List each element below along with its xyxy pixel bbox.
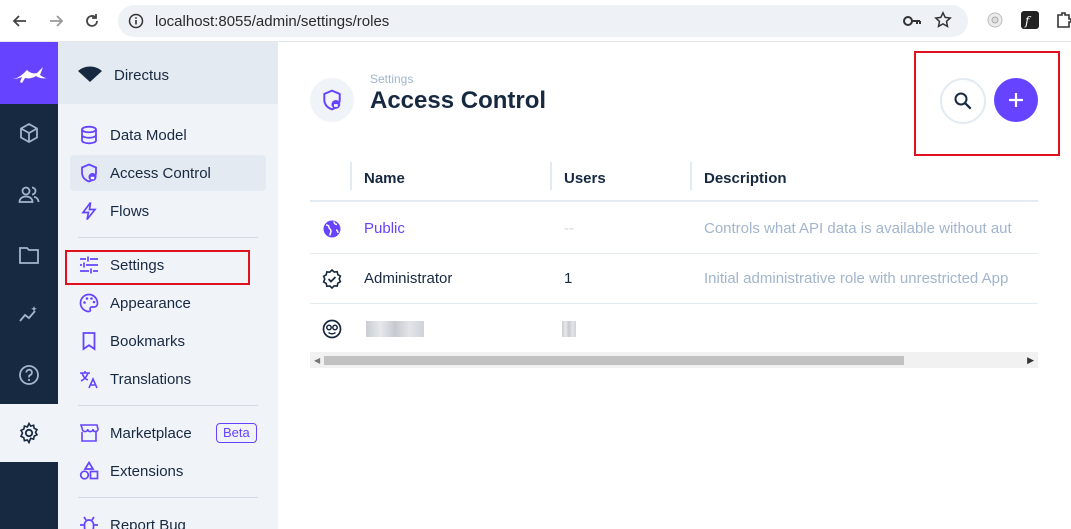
role-name: Public	[364, 220, 405, 237]
forward-arrow-icon[interactable]	[44, 9, 68, 33]
divider	[78, 405, 258, 406]
sidebar-item-label: Data Model	[110, 127, 187, 144]
settings-navigation: Directus Data Model Access Control Flows…	[58, 42, 278, 529]
shapes-icon	[79, 461, 99, 480]
table-row[interactable]	[310, 304, 1038, 354]
table-header: Name Users Description	[310, 156, 1038, 202]
database-icon	[81, 125, 97, 145]
column-header-description[interactable]: Description	[704, 170, 787, 187]
content-module-cube-icon[interactable]	[0, 104, 58, 162]
table-row[interactable]: Public -- Controls what API data is avai…	[310, 204, 1038, 254]
actions-highlight-box	[914, 51, 1060, 156]
sidebar-item-access-control[interactable]: Access Control	[70, 155, 266, 191]
address-bar[interactable]: localhost:8055/admin/settings/roles	[118, 5, 968, 37]
sidebar-item-label: Access Control	[110, 165, 211, 182]
module-bar	[0, 42, 58, 529]
extension-icon[interactable]	[985, 10, 1005, 30]
verified-badge-icon	[322, 269, 342, 289]
sidebar-item-flows[interactable]: Flows	[70, 193, 266, 229]
role-description: Initial administrative role with unrestr…	[704, 270, 1009, 287]
bug-icon	[80, 516, 98, 529]
breadcrumb[interactable]: Settings	[370, 72, 413, 86]
redacted-role-users	[562, 321, 576, 337]
role-name: Administrator	[364, 270, 453, 287]
horizontal-scrollbar[interactable]: ◀ ▶	[310, 352, 1038, 368]
scrollbar-thumb[interactable]	[324, 356, 904, 365]
users-module-icon[interactable]	[0, 166, 58, 224]
formula-extension-icon[interactable]: f	[1020, 10, 1040, 30]
settings-module-gear-icon[interactable]	[0, 404, 58, 462]
sidebar-item-label: Appearance	[110, 295, 191, 312]
files-module-folder-icon[interactable]	[0, 226, 58, 284]
puzzle-icon[interactable]	[1054, 10, 1071, 30]
palette-icon	[79, 293, 99, 313]
storefront-icon	[79, 424, 99, 442]
sidebar-item-marketplace[interactable]: Marketplace Beta	[70, 415, 266, 451]
sidebar-item-label: Bookmarks	[110, 333, 186, 350]
access-control-shield-icon	[310, 78, 354, 122]
sidebar-item-translations[interactable]: Translations	[70, 361, 266, 397]
beta-badge: Beta	[216, 423, 257, 443]
role-users: 1	[564, 270, 573, 287]
page-title: Access Control	[370, 87, 547, 114]
project-header[interactable]: Directus	[58, 42, 278, 104]
help-question-icon[interactable]	[0, 346, 58, 404]
sidebar-item-report-bug[interactable]: Report Bug	[70, 507, 266, 529]
sidebar-item-appearance[interactable]: Appearance	[70, 285, 266, 321]
bookmark-icon	[82, 332, 96, 351]
divider	[78, 497, 258, 498]
column-resize-handle[interactable]	[690, 162, 692, 190]
sidebar-item-label: Report Bug	[110, 517, 186, 529]
table-row[interactable]: Administrator 1 Initial administrative r…	[310, 254, 1038, 304]
insights-module-icon[interactable]	[0, 286, 58, 344]
back-arrow-icon[interactable]	[8, 9, 32, 33]
project-name: Directus	[114, 67, 170, 84]
sidebar-item-label: Flows	[110, 203, 150, 220]
key-icon[interactable]	[902, 12, 922, 35]
shield-icon	[81, 163, 97, 183]
sidebar-item-label: Translations	[110, 371, 192, 388]
site-info-icon[interactable]	[128, 13, 144, 34]
browser-toolbar: localhost:8055/admin/settings/roles f	[0, 0, 1071, 42]
sidebar-item-extensions[interactable]: Extensions	[70, 453, 266, 489]
column-resize-handle[interactable]	[550, 162, 552, 190]
role-users: --	[564, 220, 574, 237]
sidebar-item-label: Extensions	[110, 463, 184, 480]
role-description: Controls what API data is available with…	[704, 220, 1012, 237]
translate-icon	[80, 371, 98, 389]
face-icon	[322, 319, 342, 339]
sidebar-item-bookmarks[interactable]: Bookmarks	[70, 323, 266, 359]
divider	[78, 237, 258, 238]
redacted-role-name	[366, 321, 424, 337]
bolt-icon	[81, 201, 97, 221]
reload-icon[interactable]	[80, 9, 104, 33]
scroll-right-arrow-icon[interactable]: ▶	[1027, 355, 1034, 366]
globe-icon	[323, 220, 341, 238]
sidebar-item-data-model[interactable]: Data Model	[70, 117, 266, 153]
scroll-left-arrow-icon[interactable]: ◀	[314, 356, 320, 365]
settings-highlight-box	[65, 250, 250, 285]
sidebar-item-label: Marketplace	[110, 425, 192, 442]
wifi-signal-icon	[78, 66, 102, 87]
directus-logo[interactable]	[0, 42, 58, 104]
url-text[interactable]: localhost:8055/admin/settings/roles	[155, 13, 389, 30]
column-resize-handle[interactable]	[350, 162, 352, 190]
column-header-name[interactable]: Name	[364, 170, 405, 187]
column-header-users[interactable]: Users	[564, 170, 606, 187]
bookmark-star-icon[interactable]	[934, 11, 952, 34]
